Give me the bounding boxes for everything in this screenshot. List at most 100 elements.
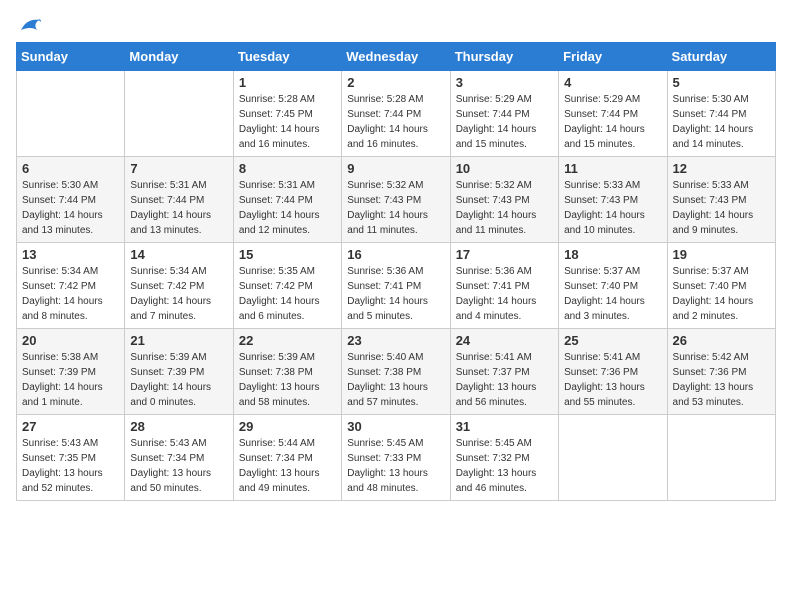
calendar-day-header: Tuesday [233, 43, 341, 71]
calendar-cell: 27 Sunrise: 5:43 AMSunset: 7:35 PMDayligh… [17, 415, 125, 501]
day-number: 9 [347, 161, 444, 176]
day-number: 23 [347, 333, 444, 348]
calendar-cell: 3Sunrise: 5:29 AMSunset: 7:44 PMDaylight… [450, 71, 558, 157]
calendar-week-row: 13 Sunrise: 5:34 AMSunset: 7:42 PMDayligh… [17, 243, 776, 329]
day-number: 28 [130, 419, 227, 434]
day-number: 4 [564, 75, 661, 90]
day-detail: Sunrise: 5:30 AMSunset: 7:44 PMDaylight:… [673, 92, 770, 152]
calendar-day-header: Sunday [17, 43, 125, 71]
day-detail: Sunrise: 5:34 AMSunset: 7:42 PMDaylight:… [130, 264, 227, 324]
calendar-day-header: Monday [125, 43, 233, 71]
day-detail: Sunrise: 5:33 AMSunset: 7:43 PMDaylight:… [673, 178, 770, 238]
day-detail: Sunrise: 5:36 AMSunset: 7:41 PMDaylight:… [456, 264, 553, 324]
calendar-cell: 1 Sunrise: 5:28 AMSunset: 7:45 PMDaylight… [233, 71, 341, 157]
calendar-cell: 18 Sunrise: 5:37 AMSunset: 7:40 PMDayligh… [559, 243, 667, 329]
page-header [16, 16, 776, 30]
calendar-cell: 30 Sunrise: 5:45 AMSunset: 7:33 PMDayligh… [342, 415, 450, 501]
day-number: 22 [239, 333, 336, 348]
calendar-cell [125, 71, 233, 157]
day-detail: Sunrise: 5:32 AMSunset: 7:43 PMDaylight:… [456, 178, 553, 238]
calendar-cell: 21Sunrise: 5:39 AMSunset: 7:39 PMDayligh… [125, 329, 233, 415]
day-number: 8 [239, 161, 336, 176]
calendar-cell [667, 415, 775, 501]
calendar-week-row: 1 Sunrise: 5:28 AMSunset: 7:45 PMDaylight… [17, 71, 776, 157]
calendar-cell: 23 Sunrise: 5:40 AMSunset: 7:38 PMDayligh… [342, 329, 450, 415]
day-detail: Sunrise: 5:41 AMSunset: 7:37 PMDaylight:… [456, 350, 553, 410]
day-detail: Sunrise: 5:35 AMSunset: 7:42 PMDaylight:… [239, 264, 336, 324]
calendar-cell: 14 Sunrise: 5:34 AMSunset: 7:42 PMDayligh… [125, 243, 233, 329]
calendar-cell: 11 Sunrise: 5:33 AMSunset: 7:43 PMDayligh… [559, 157, 667, 243]
day-detail: Sunrise: 5:32 AMSunset: 7:43 PMDaylight:… [347, 178, 444, 238]
calendar-cell: 17 Sunrise: 5:36 AMSunset: 7:41 PMDayligh… [450, 243, 558, 329]
day-detail: Sunrise: 5:42 AMSunset: 7:36 PMDaylight:… [673, 350, 770, 410]
day-detail: Sunrise: 5:38 AMSunset: 7:39 PMDaylight:… [22, 350, 119, 410]
day-number: 29 [239, 419, 336, 434]
day-detail: Sunrise: 5:34 AMSunset: 7:42 PMDaylight:… [22, 264, 119, 324]
day-detail: Sunrise: 5:44 AMSunset: 7:34 PMDaylight:… [239, 436, 336, 496]
day-number: 12 [673, 161, 770, 176]
day-number: 17 [456, 247, 553, 262]
day-number: 13 [22, 247, 119, 262]
calendar-cell: 12 Sunrise: 5:33 AMSunset: 7:43 PMDayligh… [667, 157, 775, 243]
day-number: 30 [347, 419, 444, 434]
day-number: 14 [130, 247, 227, 262]
day-detail: Sunrise: 5:31 AMSunset: 7:44 PMDaylight:… [130, 178, 227, 238]
calendar-week-row: 27 Sunrise: 5:43 AMSunset: 7:35 PMDayligh… [17, 415, 776, 501]
day-detail: Sunrise: 5:33 AMSunset: 7:43 PMDaylight:… [564, 178, 661, 238]
calendar-day-header: Wednesday [342, 43, 450, 71]
calendar-week-row: 6 Sunrise: 5:30 AMSunset: 7:44 PMDaylight… [17, 157, 776, 243]
calendar-cell: 16 Sunrise: 5:36 AMSunset: 7:41 PMDayligh… [342, 243, 450, 329]
logo [16, 16, 41, 30]
day-detail: Sunrise: 5:29 AMSunset: 7:44 PMDaylight:… [564, 92, 661, 152]
day-number: 19 [673, 247, 770, 262]
calendar-cell: 26 Sunrise: 5:42 AMSunset: 7:36 PMDayligh… [667, 329, 775, 415]
day-number: 1 [239, 75, 336, 90]
day-number: 24 [456, 333, 553, 348]
day-detail: Sunrise: 5:36 AMSunset: 7:41 PMDaylight:… [347, 264, 444, 324]
calendar-day-header: Saturday [667, 43, 775, 71]
day-detail: Sunrise: 5:28 AMSunset: 7:45 PMDaylight:… [239, 92, 336, 152]
calendar-cell: 31 Sunrise: 5:45 AMSunset: 7:32 PMDayligh… [450, 415, 558, 501]
calendar-week-row: 20 Sunrise: 5:38 AMSunset: 7:39 PMDayligh… [17, 329, 776, 415]
day-number: 27 [22, 419, 119, 434]
day-detail: Sunrise: 5:40 AMSunset: 7:38 PMDaylight:… [347, 350, 444, 410]
day-number: 15 [239, 247, 336, 262]
day-number: 16 [347, 247, 444, 262]
calendar-cell: 4 Sunrise: 5:29 AMSunset: 7:44 PMDaylight… [559, 71, 667, 157]
day-number: 10 [456, 161, 553, 176]
day-detail: Sunrise: 5:43 AMSunset: 7:35 PMDaylight:… [22, 436, 119, 496]
day-number: 7 [130, 161, 227, 176]
calendar-cell: 9 Sunrise: 5:32 AMSunset: 7:43 PMDaylight… [342, 157, 450, 243]
calendar-cell: 10 Sunrise: 5:32 AMSunset: 7:43 PMDayligh… [450, 157, 558, 243]
calendar-cell: 15 Sunrise: 5:35 AMSunset: 7:42 PMDayligh… [233, 243, 341, 329]
calendar-cell: 25Sunrise: 5:41 AMSunset: 7:36 PMDayligh… [559, 329, 667, 415]
day-number: 25 [564, 333, 661, 348]
day-detail: Sunrise: 5:30 AMSunset: 7:44 PMDaylight:… [22, 178, 119, 238]
day-detail: Sunrise: 5:37 AMSunset: 7:40 PMDaylight:… [673, 264, 770, 324]
logo-bird-icon [19, 16, 41, 34]
day-number: 6 [22, 161, 119, 176]
calendar-table: SundayMondayTuesdayWednesdayThursdayFrid… [16, 42, 776, 501]
day-detail: Sunrise: 5:39 AMSunset: 7:38 PMDaylight:… [239, 350, 336, 410]
calendar-cell: 8 Sunrise: 5:31 AMSunset: 7:44 PMDaylight… [233, 157, 341, 243]
day-detail: Sunrise: 5:37 AMSunset: 7:40 PMDaylight:… [564, 264, 661, 324]
day-number: 20 [22, 333, 119, 348]
day-number: 5 [673, 75, 770, 90]
day-number: 11 [564, 161, 661, 176]
day-detail: Sunrise: 5:45 AMSunset: 7:32 PMDaylight:… [456, 436, 553, 496]
day-number: 26 [673, 333, 770, 348]
day-number: 31 [456, 419, 553, 434]
calendar-day-header: Friday [559, 43, 667, 71]
day-detail: Sunrise: 5:31 AMSunset: 7:44 PMDaylight:… [239, 178, 336, 238]
calendar-cell: 29 Sunrise: 5:44 AMSunset: 7:34 PMDayligh… [233, 415, 341, 501]
day-detail: Sunrise: 5:43 AMSunset: 7:34 PMDaylight:… [130, 436, 227, 496]
calendar-cell: 24 Sunrise: 5:41 AMSunset: 7:37 PMDayligh… [450, 329, 558, 415]
calendar-cell: 19 Sunrise: 5:37 AMSunset: 7:40 PMDayligh… [667, 243, 775, 329]
calendar-cell: 20 Sunrise: 5:38 AMSunset: 7:39 PMDayligh… [17, 329, 125, 415]
day-number: 3 [456, 75, 553, 90]
calendar-cell: 28 Sunrise: 5:43 AMSunset: 7:34 PMDayligh… [125, 415, 233, 501]
day-detail: Sunrise: 5:45 AMSunset: 7:33 PMDaylight:… [347, 436, 444, 496]
calendar-cell: 2Sunrise: 5:28 AMSunset: 7:44 PMDaylight… [342, 71, 450, 157]
calendar-cell: 22 Sunrise: 5:39 AMSunset: 7:38 PMDayligh… [233, 329, 341, 415]
day-number: 18 [564, 247, 661, 262]
